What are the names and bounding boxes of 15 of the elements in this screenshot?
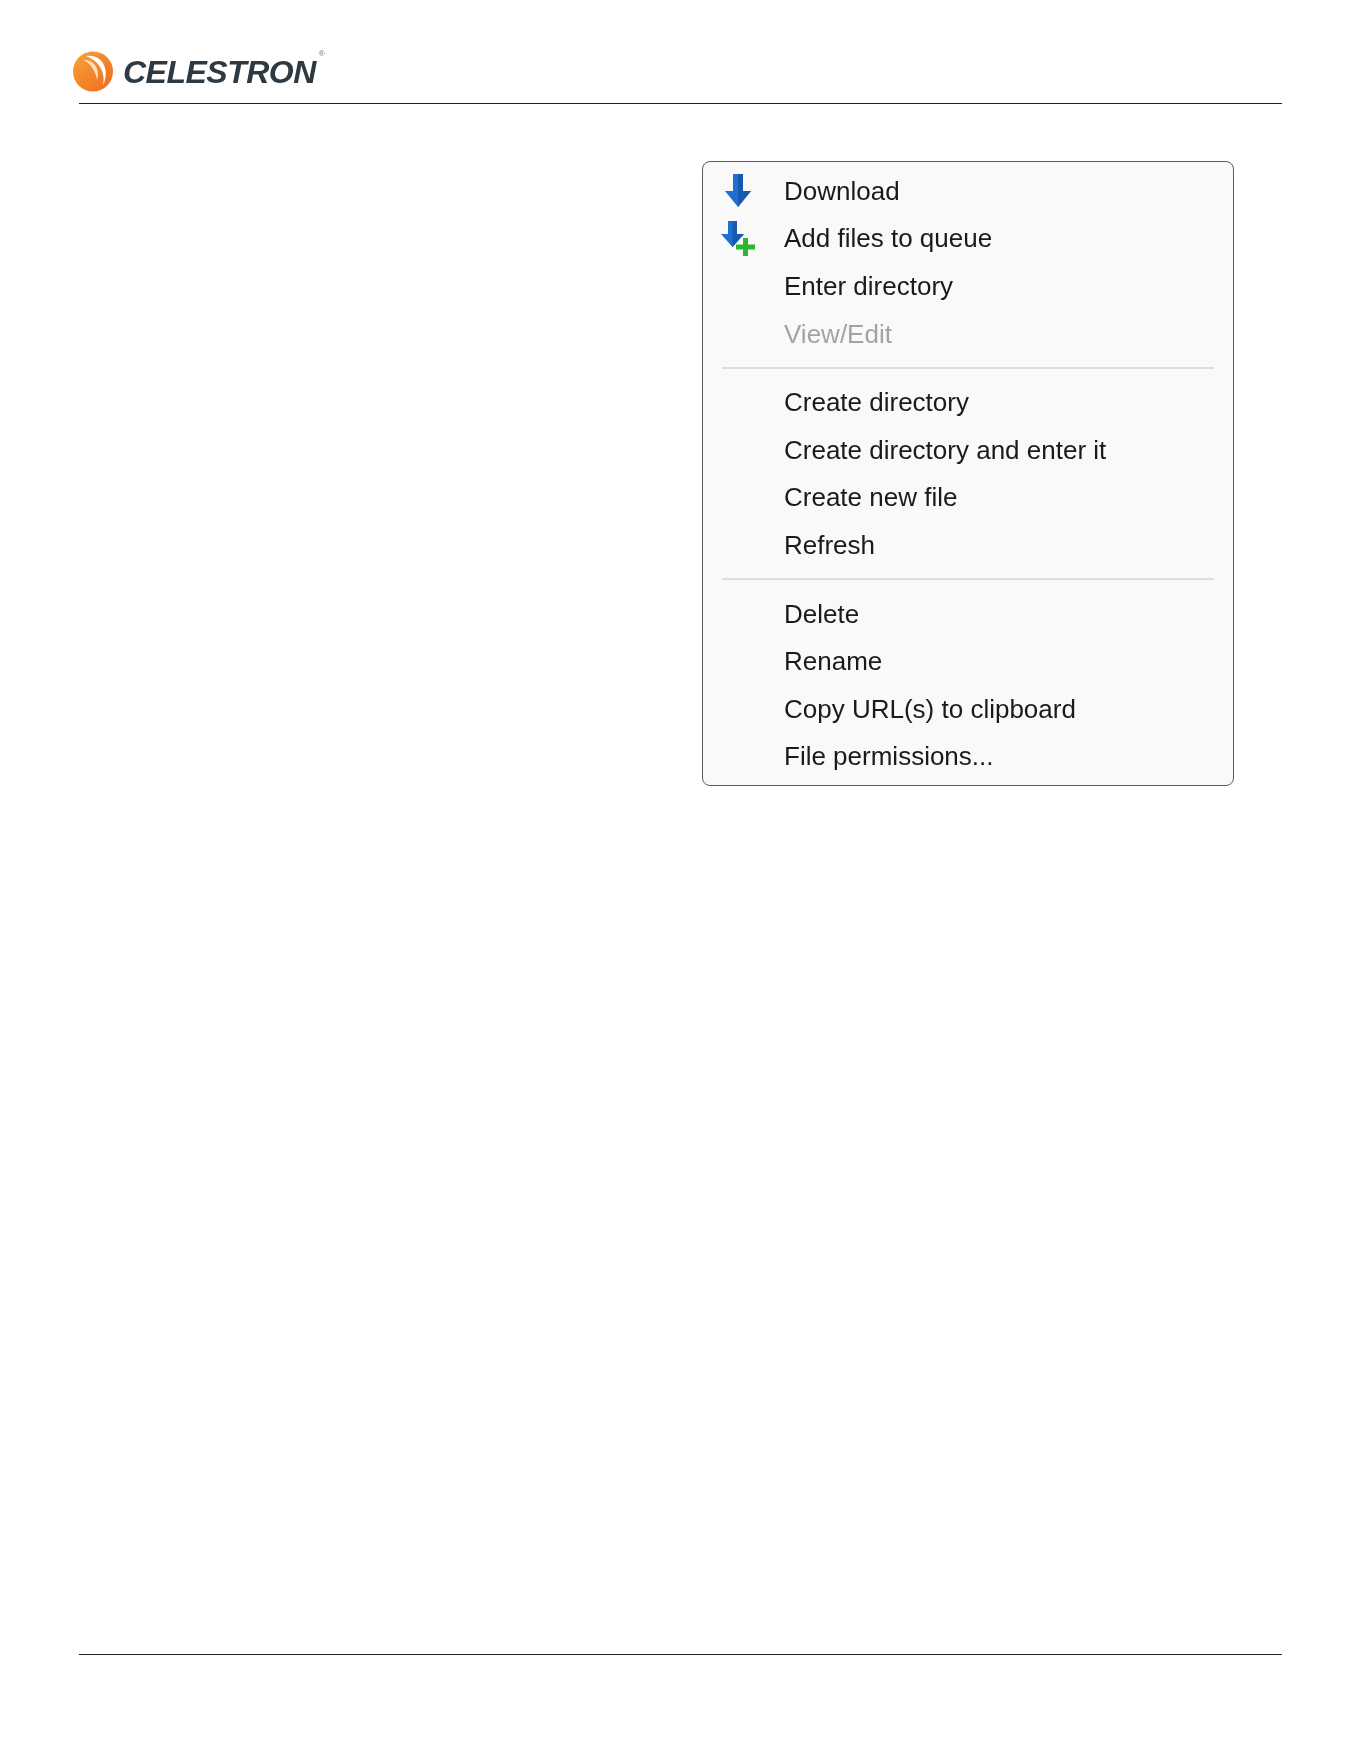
menu-item[interactable]: Rename xyxy=(703,637,1233,685)
down-arrow-icon xyxy=(725,174,751,208)
menu-item[interactable]: File permissions... xyxy=(703,732,1233,781)
menu-item[interactable]: Enter directory xyxy=(703,262,1233,310)
menu-item[interactable]: Add files to queue xyxy=(703,214,1233,263)
menu-item[interactable]: Create directory xyxy=(703,378,1233,426)
logo-wordmark: CELESTRON xyxy=(123,55,316,88)
menu-item[interactable]: Copy URL(s) to clipboard xyxy=(703,684,1233,733)
menu-item[interactable]: Create new file xyxy=(703,473,1233,522)
menu-item[interactable]: Refresh xyxy=(703,521,1233,569)
menu-item[interactable]: Delete xyxy=(703,589,1233,638)
down-arrow-plus-icon xyxy=(721,220,755,256)
menu-item[interactable]: Create directory and enter it xyxy=(703,425,1233,474)
menu-item[interactable]: Download xyxy=(703,167,1233,215)
registered-mark: ® xyxy=(318,50,325,58)
